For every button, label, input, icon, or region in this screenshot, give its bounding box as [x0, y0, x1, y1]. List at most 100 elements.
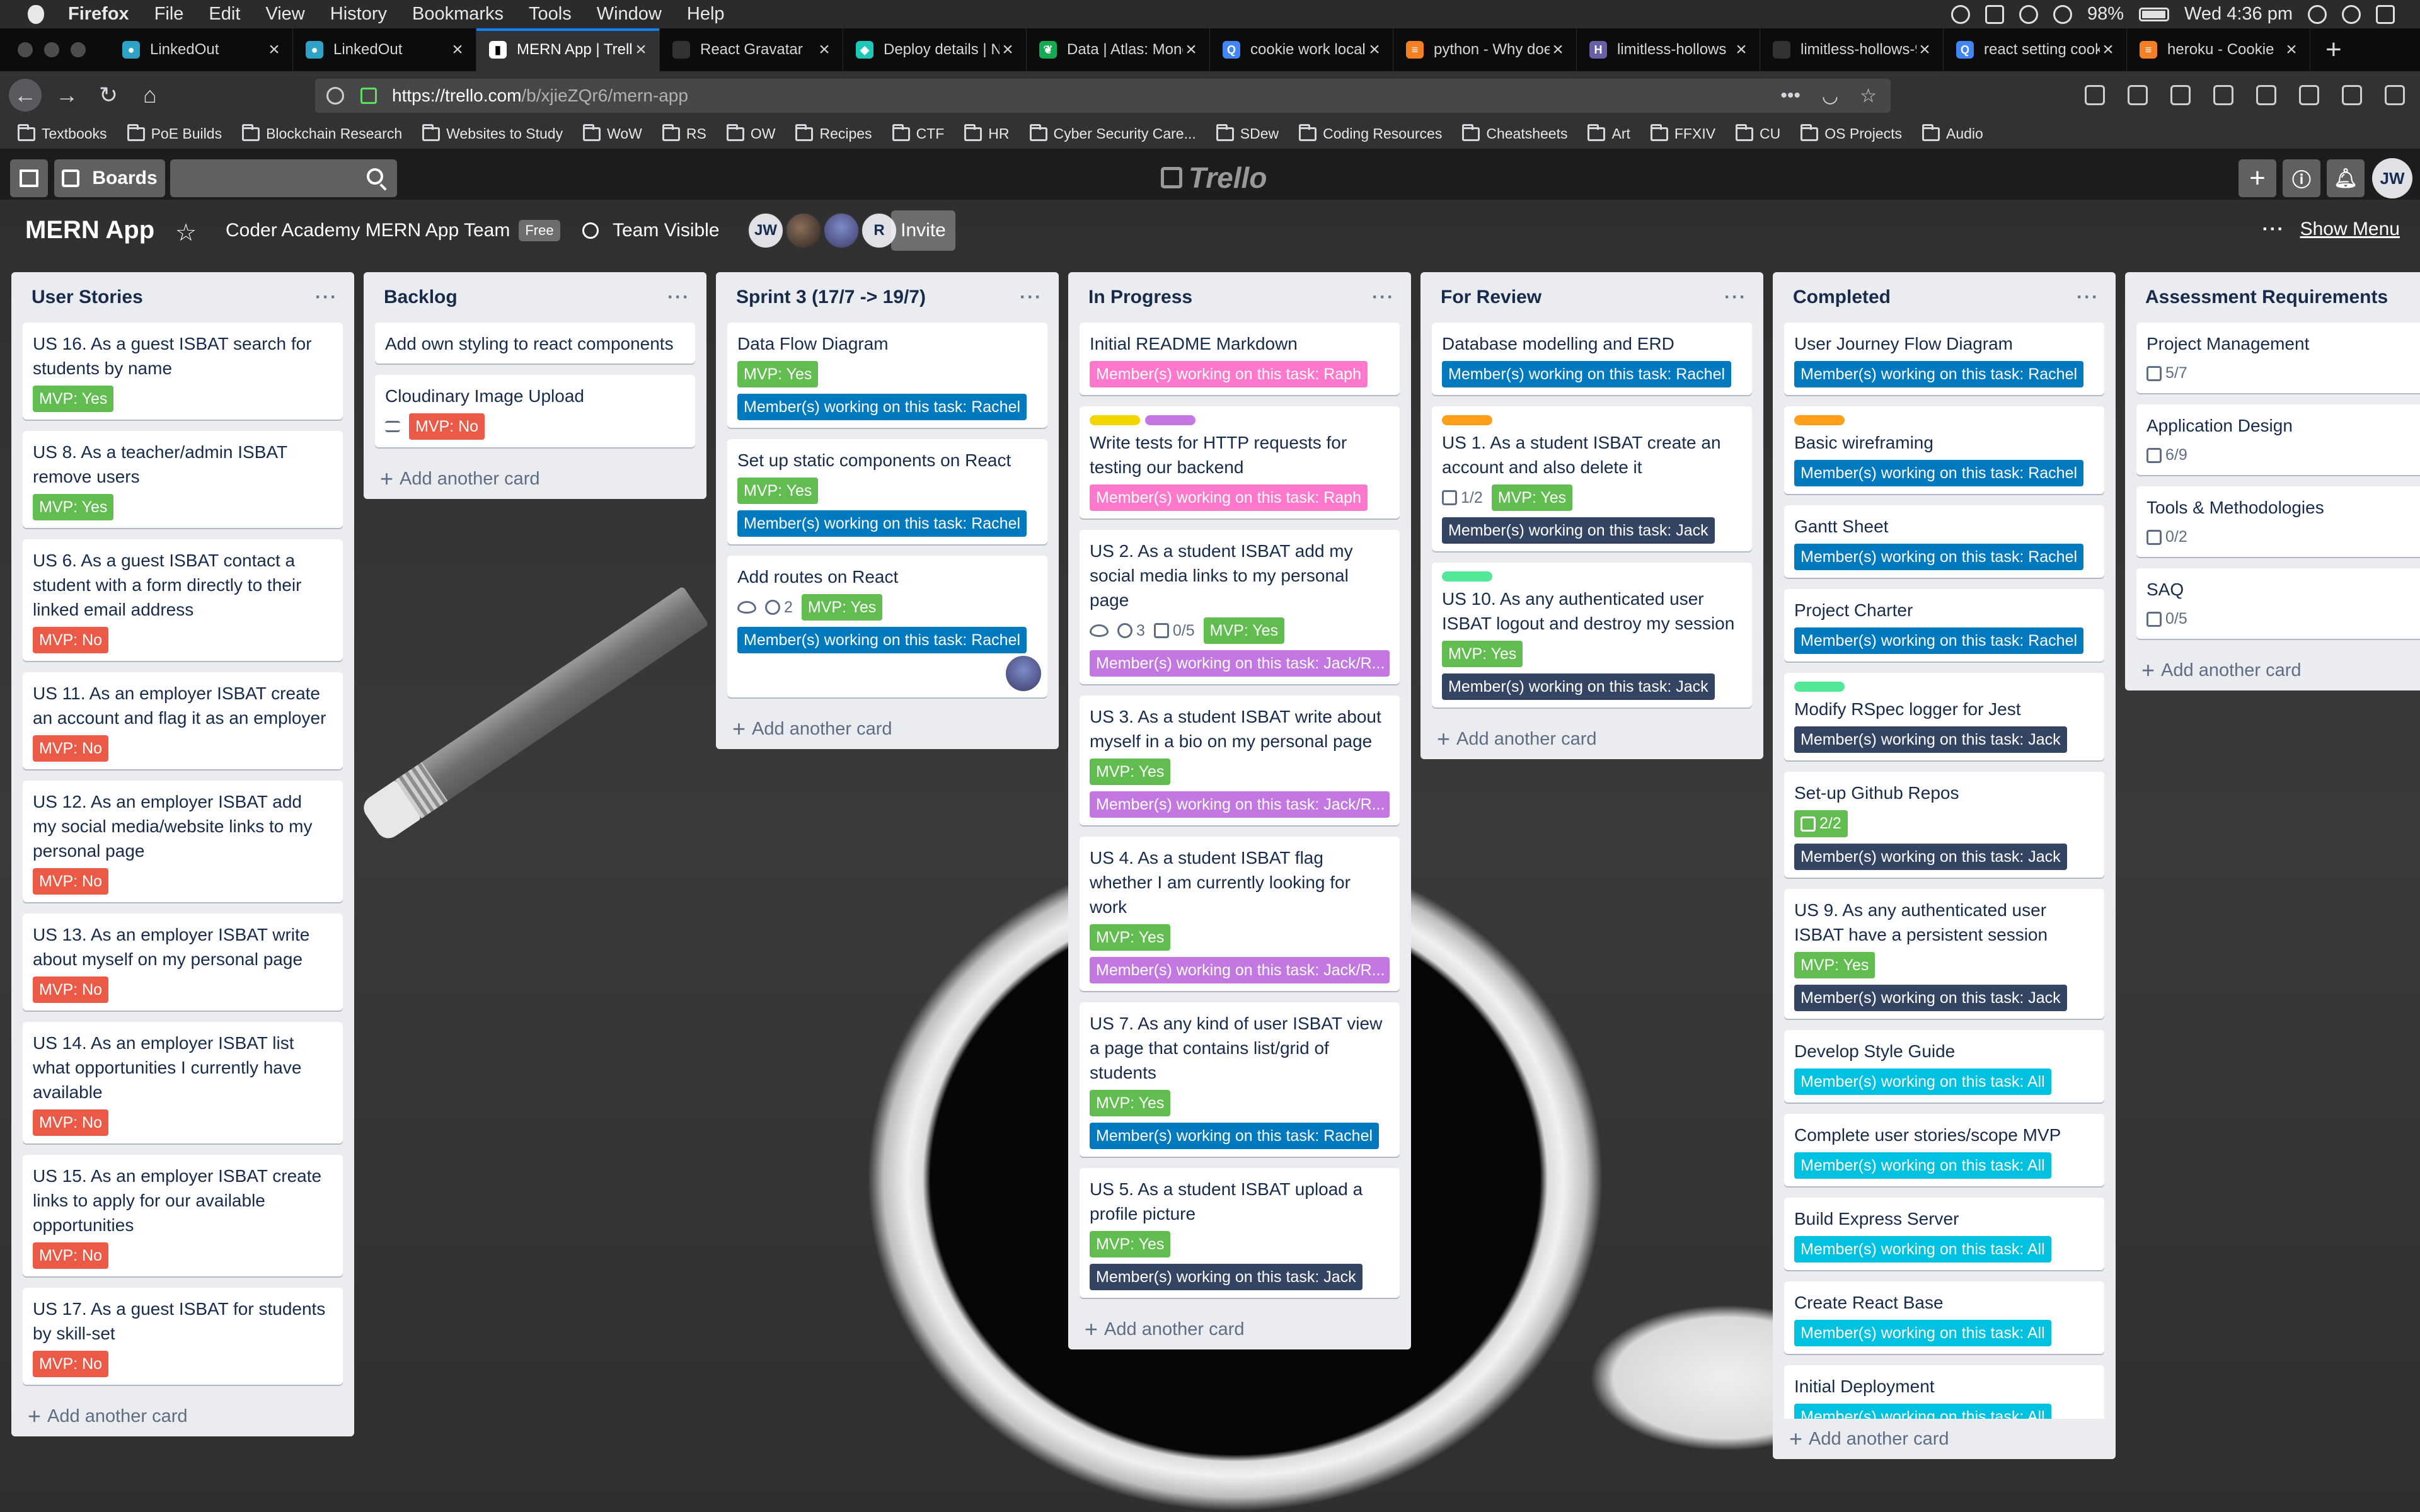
card[interactable]: US 14. As an employer ISBAT list what op…	[23, 1022, 343, 1143]
home-button[interactable]	[10, 159, 48, 197]
list-menu-icon[interactable]: ···	[1724, 287, 1747, 308]
card-label[interactable]: Member(s) working on this task: Raph	[1090, 484, 1368, 511]
bookmark-folder[interactable]: OS Projects	[1801, 123, 1902, 142]
card[interactable]: US 15. As an employer ISBAT create links…	[23, 1155, 343, 1276]
boards-button[interactable]: Boards	[54, 159, 165, 197]
card-label[interactable]: MVP: Yes	[1090, 1090, 1171, 1116]
extension-icon[interactable]	[1985, 4, 2004, 24]
bookmark-star-icon[interactable]: ☆	[1860, 85, 1877, 107]
close-tab-icon[interactable]: ×	[1366, 39, 1383, 60]
card-label[interactable]: Member(s) working on this task: Rachel	[737, 510, 1027, 537]
library-icon[interactable]	[2085, 85, 2105, 105]
add-card-button[interactable]: + Add another card	[1080, 1309, 1400, 1349]
card[interactable]: Initial README Markdown Member(s) working…	[1080, 323, 1400, 395]
lock-icon[interactable]	[360, 88, 377, 104]
card-label[interactable]: MVP: Yes	[33, 494, 114, 520]
card[interactable]: Data Flow Diagram MVP: Yes Member(s) worki…	[727, 323, 1047, 428]
card-label[interactable]: MVP: Yes	[737, 361, 819, 387]
menu-view[interactable]: View	[265, 4, 304, 25]
card[interactable]: Develop Style Guide Member(s) working on …	[1784, 1030, 2104, 1102]
menu-window[interactable]: Window	[597, 4, 662, 25]
back-button[interactable]: ←	[9, 79, 42, 112]
visibility-button[interactable]: Team Visible	[582, 220, 720, 241]
add-card-button[interactable]: + Add another card	[2136, 650, 2420, 690]
close-tab-icon[interactable]: ×	[1916, 39, 1933, 60]
menu-file[interactable]: File	[154, 4, 184, 25]
card-label[interactable]: MVP: No	[33, 1109, 109, 1136]
close-tab-icon[interactable]: ×	[1000, 39, 1016, 60]
bookmark-folder[interactable]: Blockchain Research	[242, 123, 402, 142]
notifications-button[interactable]: 🔔︎	[2327, 159, 2365, 197]
close-tab-icon[interactable]: ×	[1183, 39, 1199, 60]
add-card-button[interactable]: + Add another card	[1432, 719, 1752, 759]
menu-tools[interactable]: Tools	[529, 4, 572, 25]
browser-tab[interactable]: ≡ python - Why does ×	[1393, 28, 1577, 71]
bookmark-folder[interactable]: Art	[1587, 123, 1630, 142]
card[interactable]: Set-up Github Repos 2/2 Member(s) working …	[1784, 772, 2104, 878]
list-title[interactable]: Completed	[1793, 287, 1891, 308]
card[interactable]: US 12. As an employer ISBAT add my socia…	[23, 781, 343, 902]
list-title[interactable]: Backlog	[384, 287, 458, 308]
bookmark-folder[interactable]: FFXIV	[1650, 123, 1715, 142]
card-label[interactable]: MVP: Yes	[1794, 952, 1876, 978]
team-button[interactable]: Coder Academy MERN App Team Free	[226, 220, 560, 241]
card-label[interactable]: Member(s) working on this task: Jack	[1442, 673, 1715, 700]
card[interactable]: Project Charter Member(s) working on this…	[1784, 589, 2104, 662]
card[interactable]: Tools & Methodologies 0/2	[2136, 486, 2420, 557]
clock[interactable]: Wed 4:36 pm	[2184, 4, 2293, 25]
card[interactable]: US 13. As an employer ISBAT write about …	[23, 914, 343, 1011]
bookmark-folder[interactable]: Recipes	[795, 123, 872, 142]
add-card-button[interactable]: + Add another card	[727, 709, 1047, 749]
card-label[interactable]: Member(s) working on this task: All	[1794, 1404, 2051, 1419]
card-label[interactable]: MVP: No	[33, 976, 109, 1003]
siri-icon[interactable]	[2342, 4, 2361, 24]
card-label[interactable]: Member(s) working on this task: All	[1794, 1320, 2051, 1346]
card[interactable]: Modify RSpec logger for Jest Member(s) wo…	[1784, 673, 2104, 760]
card-label[interactable]: MVP: Yes	[1442, 641, 1523, 667]
close-window-button[interactable]	[18, 42, 33, 57]
sidebar-icon[interactable]	[2128, 85, 2148, 105]
list-menu-icon[interactable]: ···	[667, 287, 690, 308]
card[interactable]: US 16. As a guest ISBAT search for stude…	[23, 323, 343, 420]
card[interactable]: US 6. As a guest ISBAT contact a student…	[23, 539, 343, 661]
card[interactable]: Complete user stories/scope MVP Member(s)…	[1784, 1114, 2104, 1186]
bookmark-folder[interactable]: Websites to Study	[422, 123, 563, 142]
card-label[interactable]: MVP: Yes	[1491, 484, 1573, 511]
bookmark-folder[interactable]: CU	[1736, 123, 1780, 142]
board-title[interactable]: MERN App	[25, 216, 154, 244]
card[interactable]: Set up static components on React MVP: Ye…	[727, 439, 1047, 544]
card-label[interactable]: Member(s) working on this task: Jack/R..…	[1090, 957, 1390, 983]
browser-tab[interactable]: Qcookie work locally ×	[1210, 28, 1393, 71]
card-label[interactable]: MVP: No	[33, 627, 109, 653]
close-tab-icon[interactable]: ×	[1733, 39, 1749, 60]
card[interactable]: US 1. As a student ISBAT create an accou…	[1432, 406, 1752, 551]
card[interactable]: User Journey Flow Diagram Member(s) worki…	[1784, 323, 2104, 395]
url-bar[interactable]: https://trello.com/b/xjieZQr6/mern-app •…	[315, 79, 1891, 113]
close-tab-icon[interactable]: ×	[266, 39, 282, 60]
menu-history[interactable]: History	[330, 4, 387, 25]
card[interactable]: Cloudinary Image Upload MVP: No	[375, 375, 695, 447]
color-label[interactable]	[1442, 415, 1492, 425]
create-button[interactable]: +	[2238, 159, 2276, 197]
card-label[interactable]: Member(s) working on this task: Rachel	[1794, 361, 2084, 387]
list-menu-icon[interactable]: ···	[1372, 287, 1395, 308]
card-label[interactable]: Member(s) working on this task: Jack	[1090, 1264, 1363, 1290]
account-icon[interactable]	[2299, 85, 2319, 105]
site-info-icon[interactable]	[326, 87, 344, 105]
list-menu-icon[interactable]: ···	[2077, 287, 2099, 308]
browser-tab[interactable]: ● LinkedOut ×	[110, 28, 293, 71]
menu-help[interactable]: Help	[687, 4, 725, 25]
card[interactable]: Create React Base Member(s) working on th…	[1784, 1281, 2104, 1354]
browser-tab[interactable]: limitless-hollows-97×	[1760, 28, 1944, 71]
card[interactable]: Initial Deployment Member(s) working on t…	[1784, 1365, 2104, 1419]
card-label[interactable]: MVP: Yes	[33, 386, 114, 412]
menu-edit[interactable]: Edit	[209, 4, 240, 25]
browser-tab[interactable]: React Gravatar ×	[660, 28, 843, 71]
card-label[interactable]: MVP: No	[33, 1242, 109, 1269]
browser-tab[interactable]: ◆ Deploy details | Netlify×	[843, 28, 1027, 71]
card[interactable]: US 3. As a student ISBAT write about mys…	[1080, 696, 1400, 825]
card-label[interactable]: MVP: Yes	[801, 594, 883, 621]
member-avatar[interactable]	[823, 212, 860, 249]
card-label[interactable]: Member(s) working on this task: All	[1794, 1236, 2051, 1263]
card-label[interactable]: Member(s) working on this task: Rachel	[1794, 460, 2084, 486]
